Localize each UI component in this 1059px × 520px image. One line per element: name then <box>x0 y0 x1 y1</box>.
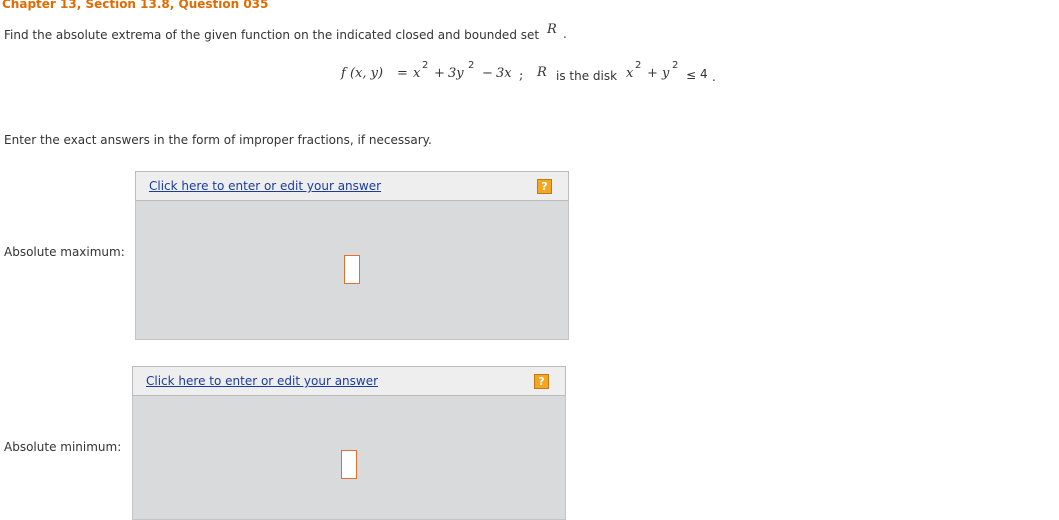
term-3y: 3y <box>448 66 464 81</box>
semicolon: ; <box>519 68 524 83</box>
help-icon[interactable]: ? <box>534 374 549 389</box>
help-icon[interactable]: ? <box>537 179 552 194</box>
disk-term-x: x <box>626 66 634 81</box>
answer-panel-header: Click here to enter or edit your answer … <box>135 171 569 201</box>
disk-term-y-exponent: 2 <box>672 60 679 71</box>
term-3x: 3x <box>496 66 512 81</box>
equation-period: . <box>712 70 716 84</box>
set-symbol: R <box>547 22 557 37</box>
absolute-minimum-input[interactable] <box>341 450 357 479</box>
term-x-exponent: 2 <box>422 60 429 71</box>
absolute-maximum-input[interactable] <box>344 255 360 284</box>
answer-panel-header: Click here to enter or edit your answer … <box>132 366 566 396</box>
edit-answer-link[interactable]: Click here to enter or edit your answer <box>149 179 381 193</box>
disk-term-y: y <box>662 66 670 81</box>
question-prompt: Find the absolute extrema of the given f… <box>4 28 540 42</box>
absolute-maximum-panel: Click here to enter or edit your answer … <box>135 171 569 340</box>
instructions: Enter the exact answers in the form of i… <box>4 133 432 147</box>
term-3y-exponent: 2 <box>468 60 475 71</box>
absolute-maximum-label: Absolute maximum: <box>4 245 125 259</box>
answer-panel-body <box>135 201 569 340</box>
minus-sign: − <box>482 66 493 81</box>
disk-plus-sign: + <box>647 66 658 81</box>
less-equal-sign: ≤ <box>686 68 697 82</box>
absolute-minimum-panel: Click here to enter or edit your answer … <box>132 366 566 520</box>
edit-answer-link[interactable]: Click here to enter or edit your answer <box>146 374 378 388</box>
function-lhs: f (x, y) <box>341 66 384 81</box>
disk-bound: 4 <box>700 67 708 81</box>
equals-sign: = <box>397 66 408 81</box>
prompt-period: . <box>563 27 567 41</box>
function-equation: f (x, y) = x 2 + 3y 2 − 3x ; R is the di… <box>341 60 741 90</box>
absolute-minimum-label: Absolute minimum: <box>4 440 122 454</box>
term-x: x <box>413 66 421 81</box>
plus-sign: + <box>434 66 445 81</box>
region-description: is the disk <box>556 69 618 83</box>
chapter-title: Chapter 13, Section 13.8, Question 035 <box>2 0 269 11</box>
disk-term-x-exponent: 2 <box>635 60 642 71</box>
region-symbol: R <box>537 65 547 80</box>
answer-panel-body <box>132 396 566 520</box>
